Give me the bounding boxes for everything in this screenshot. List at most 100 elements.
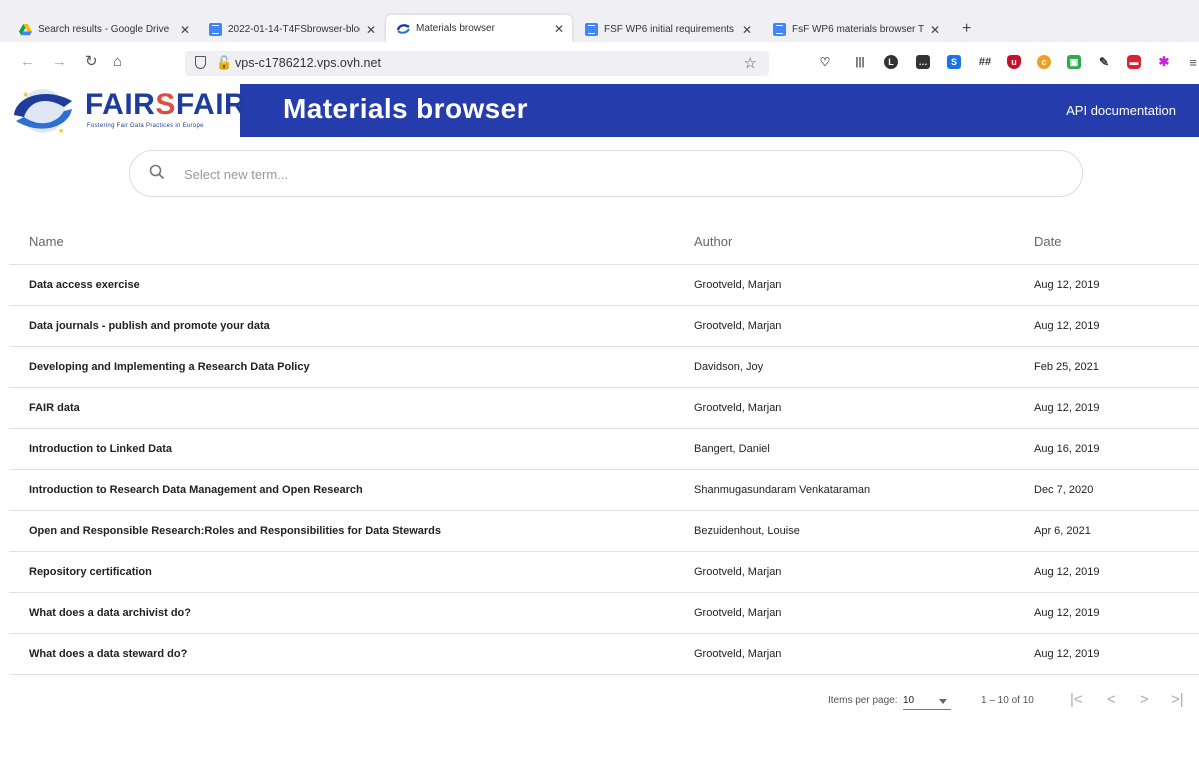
table-row[interactable]: Data access exercise Grootveld, Marjan A… [9,265,1199,306]
close-icon[interactable]: ✕ [180,23,190,37]
items-per-page-select[interactable]: 10 [903,693,951,710]
forward-icon[interactable]: → [52,53,67,71]
new-tab-icon[interactable]: + [962,20,971,38]
page-range-label: 1 – 10 of 10 [981,695,1034,706]
browser-nav-bar: ← → ↻ ⌂ 🔓 vps-c1786212.vps.ovh.net ☆ ♡ |… [0,42,1199,84]
bookmark-star-icon[interactable]: ☆ [744,54,757,72]
column-header-name[interactable]: Name [29,234,64,249]
cell-date: Aug 12, 2019 [1034,279,1100,291]
google-drive-icon [19,23,32,36]
cell-name[interactable]: Data journals - publish and promote your… [29,320,270,332]
table-header: Name Author Date [9,221,1199,265]
table-row[interactable]: Data journals - publish and promote your… [9,306,1199,347]
table-row[interactable]: What does a data steward do? Grootveld, … [9,634,1199,675]
cell-name[interactable]: Introduction to Linked Data [29,443,172,455]
ublock-icon[interactable]: u [1007,55,1021,69]
tracking-shield-icon[interactable] [195,56,206,69]
close-icon[interactable]: ✕ [554,22,564,36]
back-icon[interactable]: ← [20,53,35,71]
search-input[interactable] [184,165,1044,183]
cell-name[interactable]: Open and Responsible Research:Roles and … [29,525,441,537]
cell-date: Dec 7, 2020 [1034,484,1094,496]
tab-requirements-doc[interactable]: FSF WP6 initial requirements fo ✕ [574,17,760,42]
menu-icon[interactable]: ≡ [1186,55,1199,70]
tab-materials-browser[interactable]: Materials browser ✕ [386,15,572,42]
table-row[interactable]: Open and Responsible Research:Roles and … [9,511,1199,552]
tab-title: 2022-01-14-T4FSbrowser-blog [228,24,360,35]
previous-page-icon[interactable]: < [1107,691,1116,709]
page-title: Materials browser [283,93,528,124]
pocket-icon[interactable]: ♡ [818,55,832,69]
cell-name[interactable]: What does a data steward do? [29,648,187,660]
cell-name[interactable]: What does a data archivist do? [29,607,191,619]
column-header-author[interactable]: Author [694,234,732,249]
cell-author: Bezuidenhout, Louise [694,525,800,537]
paginator: Items per page: 10 1 – 10 of 10 |< < > >… [0,690,1199,714]
cookie-icon[interactable]: c [1037,55,1051,69]
url-text[interactable]: vps-c1786212.vps.ovh.net [235,56,381,70]
cell-author: Bangert, Daniel [694,443,770,455]
cell-author: Shanmugasundaram Venkataraman [694,484,871,496]
cell-date: Apr 6, 2021 [1034,525,1091,537]
chevron-down-icon [939,699,947,704]
tab-title: Search results - Google Drive [38,24,170,35]
first-page-icon[interactable]: |< [1070,691,1083,709]
cell-date: Aug 12, 2019 [1034,566,1100,578]
eraser-icon[interactable]: ▬ [1127,55,1141,69]
cell-name[interactable]: Developing and Implementing a Research D… [29,361,310,373]
columns-icon[interactable]: ## [978,55,992,69]
close-icon[interactable]: ✕ [742,23,752,37]
table-row[interactable]: Repository certification Grootveld, Marj… [9,552,1199,593]
table-row[interactable]: Introduction to Research Data Management… [9,470,1199,511]
fairsfair-logo[interactable]: ★ ★ FAIRSFAIR Fostering Fair Data Practi… [0,84,246,137]
cell-date: Aug 16, 2019 [1034,443,1100,455]
tab-title: FsF WP6 materials browser T4F [792,24,924,35]
cell-author: Grootveld, Marjan [694,320,782,332]
tab-materials-doc[interactable]: FsF WP6 materials browser T4F ✕ [762,17,948,42]
cell-name[interactable]: Data access exercise [29,279,140,291]
last-page-icon[interactable]: >| [1171,691,1184,709]
tab-title: Materials browser [416,23,495,34]
next-page-icon[interactable]: > [1140,691,1149,709]
fairsfair-icon [397,22,410,35]
pen-icon[interactable]: ✎ [1097,55,1111,69]
app-header: ★ ★ FAIRSFAIR Fostering Fair Data Practi… [0,84,1199,137]
materials-table: Name Author Date Data access exercise Gr… [9,221,1199,675]
cell-name[interactable]: Repository certification [29,566,152,578]
items-per-page-value[interactable]: 10 [903,695,914,706]
close-icon[interactable]: ✕ [366,23,376,37]
cell-date: Aug 12, 2019 [1034,320,1100,332]
search-box[interactable] [129,150,1083,197]
cell-date: Aug 12, 2019 [1034,402,1100,414]
home-icon[interactable]: ⌂ [113,53,122,71]
google-docs-icon [585,23,598,36]
column-header-date[interactable]: Date [1034,234,1061,249]
tab-blog-doc[interactable]: 2022-01-14-T4FSbrowser-blog ✕ [198,17,384,42]
s-extension-icon[interactable]: S [947,55,961,69]
cell-date: Aug 12, 2019 [1034,607,1100,619]
lastpass-icon[interactable]: L [884,55,898,69]
table-row[interactable]: Developing and Implementing a Research D… [9,347,1199,388]
cell-name[interactable]: FAIR data [29,402,80,414]
tab-title: FSF WP6 initial requirements fo [604,24,736,35]
table-row[interactable]: Introduction to Linked Data Bangert, Dan… [9,429,1199,470]
cell-author: Grootveld, Marjan [694,402,782,414]
logo-tagline: Fostering Fair Data Practices in Europe [87,123,204,129]
lock-icon[interactable]: 🔓 [216,55,232,71]
logo-wordmark: FAIRSFAIR [85,88,247,121]
reload-icon[interactable]: ↻ [85,53,98,71]
table-row[interactable]: FAIR data Grootveld, Marjan Aug 12, 2019 [9,388,1199,429]
cell-date: Aug 12, 2019 [1034,648,1100,660]
library-icon[interactable]: ||| [853,55,867,69]
password-icon[interactable]: … [916,55,930,69]
tab-google-drive[interactable]: Search results - Google Drive ✕ [8,17,198,42]
cell-name[interactable]: Introduction to Research Data Management… [29,484,363,496]
table-row[interactable]: What does a data archivist do? Grootveld… [9,593,1199,634]
svg-text:★: ★ [22,90,29,99]
close-icon[interactable]: ✕ [930,23,940,37]
api-documentation-link[interactable]: API documentation [1066,103,1176,118]
url-bar[interactable]: 🔓 vps-c1786212.vps.ovh.net ☆ [185,51,769,76]
green-extension-icon[interactable]: ▣ [1067,55,1081,69]
snowflake-icon[interactable]: ✱ [1157,54,1171,69]
google-docs-icon [209,23,222,36]
